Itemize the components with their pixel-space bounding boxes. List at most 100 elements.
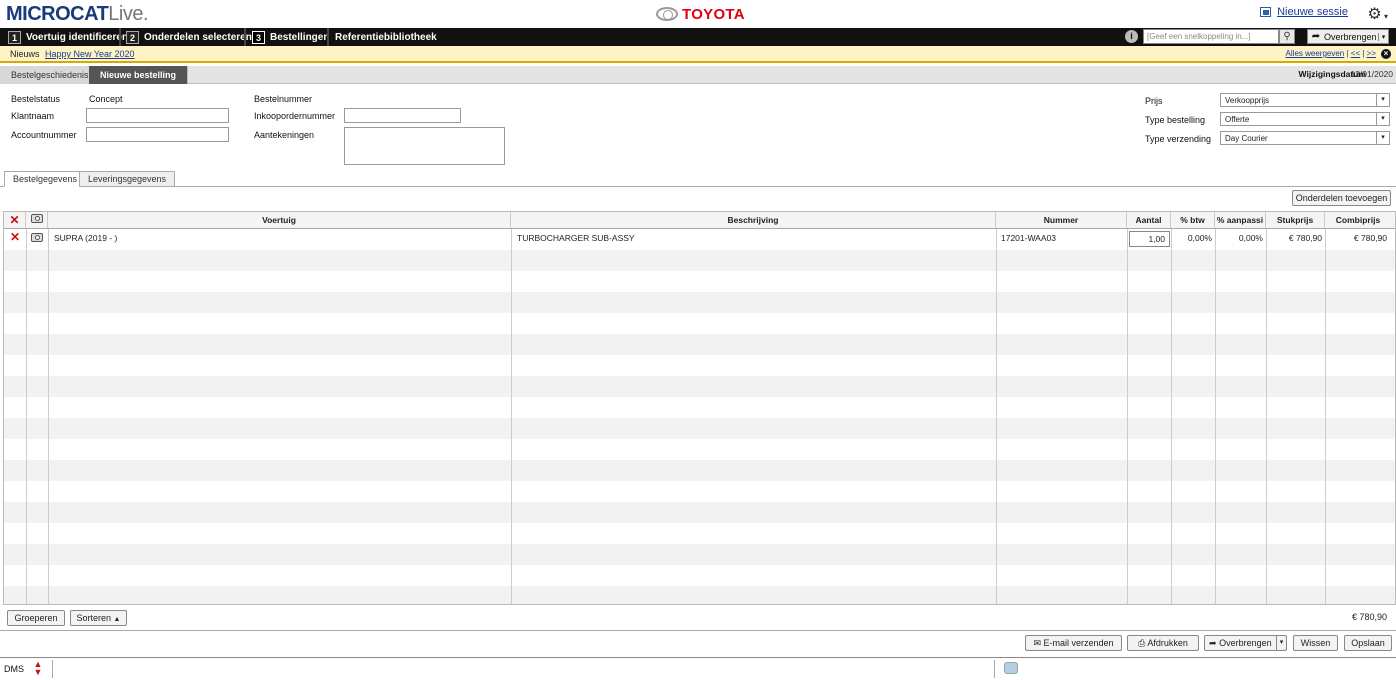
show-all-link[interactable]: Alles weergeven [1286,49,1345,58]
customer-name-field[interactable] [86,108,229,123]
nav-divider [244,28,246,46]
chevron-down-icon: ▾ [1376,132,1389,144]
col-header-number[interactable]: Nummer [996,212,1127,228]
chevron-down-icon[interactable]: ▾ [1276,636,1286,650]
info-icon[interactable]: i [1125,30,1138,43]
order-lines-table: ✕ Voertuig Beschrijving Nummer Aantal % … [3,211,1396,605]
print-label: Afdrukken [1147,638,1188,648]
printer-icon: ⎙ [1138,638,1146,648]
sort-button[interactable]: Sorteren ▲ [70,610,127,626]
step-label: Voertuig identificeren [26,31,129,43]
order-number-label: Bestelnummer [254,94,313,104]
table-row-stripe [4,292,1395,313]
nav-step-identify-vehicle[interactable]: 1 Voertuig identificeren [8,30,128,44]
transfer-button[interactable]: ➦ Overbrengen ▾ [1307,29,1389,44]
table-row-stripe [4,502,1395,523]
nav-reference-library[interactable]: Referentiebibliotheek [335,30,437,44]
status-divider [994,660,995,678]
shipping-type-selected: Day Courier [1225,134,1268,143]
table-row-stripe [4,460,1395,481]
new-session[interactable]: Nieuwe sessie [1260,6,1348,18]
table-row-stripe [4,418,1395,439]
row-adjustment: 0,00% [1238,233,1263,243]
add-parts-button[interactable]: Onderdelen toevoegen [1292,190,1391,206]
sort-up-icon: ▲ [113,616,121,623]
notes-field[interactable] [344,127,505,165]
camera-icon[interactable] [31,233,43,244]
transfer-label: Overbrengen [1324,31,1377,42]
order-type-select[interactable]: Offerte ▾ [1220,112,1390,126]
col-header-unit-price[interactable]: Stukprijs [1266,212,1325,228]
row-part-number: 17201-WAA03 [1001,233,1056,243]
step-label: Bestellingen [270,31,330,43]
delete-all-icon[interactable]: ✕ [4,212,26,228]
detail-tabs: Bestelgegevens Leveringsgegevens [0,171,1396,187]
row-total-price: € 780,90 [1353,233,1387,243]
row-vat: 0,00% [1187,233,1212,243]
toyota-emblem-icon [656,7,678,21]
order-subtabs: Bestelgeschiedenis Nieuwe bestelling Wij… [0,66,1396,84]
brand-name: TOYOTA [682,5,745,23]
clear-button[interactable]: Wissen [1293,635,1338,651]
envelope-icon: ✉ [1033,638,1041,648]
transfer-order-label: Overbrengen [1219,638,1272,648]
gear-icon[interactable]: ⚙ ▾ [1367,4,1388,24]
account-number-field[interactable] [86,127,229,142]
camera-icon[interactable] [26,212,48,228]
col-header-qty[interactable]: Aantal [1127,212,1171,228]
shipping-type-select[interactable]: Day Courier ▾ [1220,131,1390,145]
dms-updown-icon[interactable]: ▲ ▼ [33,660,43,677]
tab-order-details[interactable]: Bestelgegevens [4,171,87,187]
col-header-total-price[interactable]: Combiprijs [1325,212,1391,228]
logo-live: Live. [108,3,149,25]
table-row-stripe [4,334,1395,355]
transfer-arrow-icon: ➦ [1311,31,1321,42]
price-label: Prijs [1145,96,1163,106]
step-number: 2 [126,30,139,44]
table-header: ✕ Voertuig Beschrijving Nummer Aantal % … [4,212,1395,229]
table-row-stripe [4,544,1395,565]
column-divider [996,212,997,604]
new-session-link[interactable]: Nieuwe sessie [1277,6,1348,18]
order-type-selected: Offerte [1225,115,1250,124]
delete-row-icon[interactable]: ✕ [10,230,20,244]
col-header-vat[interactable]: % btw [1171,212,1215,228]
quicklink-input[interactable]: [Geef een snelkoppeling in...] [1143,29,1279,44]
price-selected: Verkoopprijs [1225,96,1270,105]
print-button[interactable]: ⎙ Afdrukken [1127,635,1199,651]
chevron-down-icon: ▾ [1376,113,1389,125]
group-button[interactable]: Groeperen [7,610,65,626]
status-divider [52,660,53,678]
chevron-down-icon[interactable]: ▾ [1378,32,1388,41]
nav-step-select-parts[interactable]: 2 Onderdelen selecteren [126,30,252,44]
col-header-adjustment[interactable]: % aanpassi [1215,212,1266,228]
tab-order-history[interactable]: Bestelgeschiedenis [0,66,101,84]
col-header-description[interactable]: Beschrijving [511,212,996,228]
save-button[interactable]: Opslaan [1344,635,1392,651]
tab-new-order[interactable]: Nieuwe bestelling [89,66,189,84]
ref-lib-label: Referentiebibliotheek [335,31,437,43]
close-icon[interactable]: × [1381,49,1391,59]
search-icon[interactable]: ⚲ [1279,29,1295,44]
col-header-vehicle[interactable]: Voertuig [48,212,511,228]
news-next-link[interactable]: >> [1367,49,1376,58]
tab-delivery-details[interactable]: Leveringsgegevens [79,171,176,187]
row-quantity-input[interactable]: 1,00 [1129,231,1170,247]
news-prev-link[interactable]: << [1351,49,1360,58]
grand-total: € 780,90 [1351,612,1387,622]
po-number-field[interactable] [344,108,461,123]
status-bar [0,657,1396,680]
table-row-stripe [4,250,1395,271]
po-number-label: Inkoopordernummer [254,111,336,121]
network-icon [1004,662,1018,674]
transfer-order-button[interactable]: ➦ Overbrengen ▾ [1204,635,1287,651]
window-icon [1260,7,1272,17]
price-select[interactable]: Verkoopprijs ▾ [1220,93,1390,107]
news-item-link[interactable]: Happy New Year 2020 [45,49,135,59]
sort-label: Sorteren [76,613,112,623]
news-label: Nieuws [10,49,40,59]
nav-step-orders[interactable]: 3 Bestellingen [252,30,329,44]
news-bar: Nieuws Happy New Year 2020 Alles weergev… [0,46,1396,63]
step-label: Onderdelen selecteren [144,31,252,43]
send-email-button[interactable]: ✉ E-mail verzenden [1025,635,1122,651]
